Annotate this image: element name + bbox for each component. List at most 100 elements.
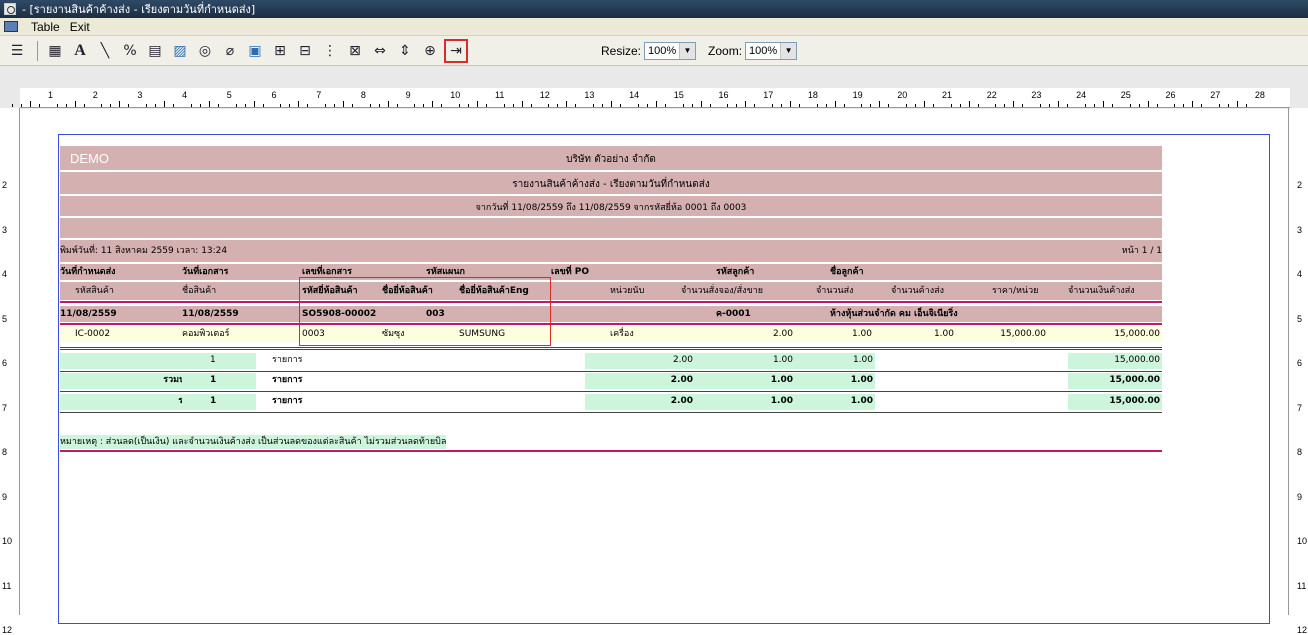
ruler-tick <box>459 104 460 107</box>
ruler-tick <box>1049 104 1051 107</box>
eraser-icon[interactable]: ⌀ <box>219 40 241 62</box>
col-po: เลขที่ PO <box>551 267 590 277</box>
line-icon[interactable]: ╲ <box>94 40 116 62</box>
zoom-control: Zoom: 100% ▼ <box>708 41 798 60</box>
document-icon[interactable] <box>4 21 18 32</box>
ruler-tick <box>771 104 773 107</box>
text-icon[interactable]: A <box>69 40 91 62</box>
column-icon[interactable]: ⊞ <box>269 40 291 62</box>
ruler-tick <box>1218 104 1220 107</box>
ruler-tick <box>289 104 291 107</box>
ruler-tick <box>1147 101 1149 107</box>
ruler-tick <box>879 101 881 107</box>
ruler-tick <box>691 104 693 107</box>
ruler-tick <box>557 104 559 107</box>
percent-icon[interactable]: % <box>119 40 141 62</box>
row-icon[interactable]: ⋮ <box>319 40 341 62</box>
chevron-down-icon[interactable]: ▼ <box>679 42 696 59</box>
ruler-mark: 25 <box>1120 90 1131 100</box>
ruler-tick <box>164 101 166 107</box>
ruler-tick <box>995 104 997 107</box>
ruler-tick <box>235 104 237 107</box>
ruler-tick <box>977 104 979 107</box>
total-amount: 15,000.00 <box>1068 394 1162 410</box>
grid-icon[interactable]: ▤ <box>144 40 166 62</box>
ruler-tick <box>441 104 443 107</box>
ruler-mark: 13 <box>584 90 595 100</box>
merge-icon[interactable]: ⊠ <box>344 40 366 62</box>
ruler-mark: 4 <box>2 269 8 279</box>
toolbar: ☰ ▦ A ╲ % ▤ ▨ ◎ ⌀ ▣ ⊞ ⊟ ⋮ ⊠ ⇔ ⇕ ⊕ ⇥ Resi… <box>0 36 1308 66</box>
ruler-tick <box>548 104 550 107</box>
ruler-mark: 28 <box>1254 90 1265 100</box>
ruler-mark: 11 <box>2 580 12 591</box>
ruler-tick <box>12 104 13 107</box>
col-pending-amount: จำนวนเงินค้างส่ง <box>1068 286 1135 296</box>
ruler-tick <box>861 104 863 107</box>
ruler-mark: 3 <box>2 224 8 235</box>
ruler-tick <box>1192 101 1194 107</box>
ruler-tick <box>432 101 434 107</box>
ruler-mark: 27 <box>1210 90 1221 100</box>
chevron-down-icon[interactable]: ▼ <box>780 42 797 59</box>
ruler-mark: 3 <box>1297 224 1303 235</box>
col-doc-date: วันที่เอกสาร <box>182 267 229 277</box>
resize-label: Resize: <box>601 43 642 58</box>
ruler-tick <box>646 104 648 107</box>
ruler-mark: 16 <box>718 90 729 100</box>
ruler-mark: 12 <box>539 90 550 100</box>
total-pending-qty: 1.00 <box>795 353 875 369</box>
ruler-mark: 2 <box>1297 180 1303 190</box>
note-divider <box>60 450 1162 452</box>
ruler-tick <box>110 104 112 107</box>
resize-select[interactable]: 100% ▼ <box>644 41 697 60</box>
ruler-tick <box>155 104 157 107</box>
col-sent-qty: จำนวนส่ง <box>816 286 854 296</box>
ruler-tick <box>280 104 282 107</box>
properties-icon[interactable]: ▣ <box>244 40 266 62</box>
ruler-tick <box>1022 104 1024 107</box>
vertical-ruler-right: 2 3 4 5 6 7 8 9 10 11 12 <box>1288 108 1308 635</box>
width-icon[interactable]: ⇔ <box>369 40 391 62</box>
ruler-tick <box>307 104 309 107</box>
ruler-tick <box>173 104 175 107</box>
fit-icon[interactable]: ⊕ <box>419 40 441 62</box>
report-note: หมายเหตุ : ส่วนลด(เป็นเงิน) และจำนวนเงิน… <box>60 435 447 449</box>
total-sent-qty: 1.00 <box>695 353 795 369</box>
item-unit: เครื่อง <box>610 329 634 339</box>
col-due-date: วันที่กำหนดส่ง <box>60 267 116 277</box>
report-title: รายงานสินค้าค้างส่ง - เรียงตามวันที่กำหน… <box>512 179 710 190</box>
ruler-mark: 4 <box>182 90 188 100</box>
total-amount: 15,000.00 <box>1068 373 1162 389</box>
ruler-tick <box>83 104 85 107</box>
height-icon[interactable]: ⇕ <box>394 40 416 62</box>
insert-column-icon[interactable]: ⇥ <box>444 38 468 63</box>
image-icon[interactable]: ▨ <box>169 40 191 62</box>
ruler-tick <box>950 104 952 107</box>
ruler-tick <box>602 104 604 107</box>
ruler-tick <box>736 104 738 107</box>
align-icon[interactable]: ☰ <box>6 40 28 62</box>
menu-table[interactable]: Table <box>26 20 65 34</box>
shape-icon[interactable]: ◎ <box>194 40 216 62</box>
toolbar-separator <box>37 40 38 61</box>
ruler-mark: 9 <box>2 491 8 502</box>
ruler-mark: 12 <box>1297 625 1308 635</box>
ruler-tick <box>745 101 747 107</box>
ruler-tick <box>208 101 210 107</box>
table-icon[interactable]: ▦ <box>44 40 66 62</box>
ruler-mark: 10 <box>2 536 13 546</box>
ruler-mark: 9 <box>1297 491 1303 502</box>
column-split-icon[interactable]: ⊟ <box>294 40 316 62</box>
ruler-tick <box>593 104 595 107</box>
report-criteria: จากวันที่ 11/08/2559 ถึง 11/08/2559 จากร… <box>475 203 747 213</box>
zoom-select[interactable]: 100% ▼ <box>745 41 798 60</box>
total-ordered-qty: 2.00 <box>585 353 695 369</box>
ruler-tick <box>342 101 344 107</box>
ruler-mark: 11 <box>1297 580 1307 591</box>
menu-exit[interactable]: Exit <box>65 20 95 34</box>
ruler-mark: 24 <box>1076 90 1087 100</box>
total-count: 1 <box>182 394 256 410</box>
ruler-mark: 7 <box>2 402 8 413</box>
ruler-tick <box>512 104 514 107</box>
